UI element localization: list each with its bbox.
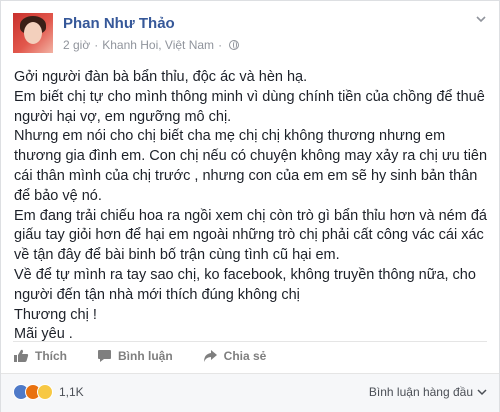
meta-separator-2: · bbox=[218, 38, 223, 52]
chevron-down-icon[interactable] bbox=[475, 13, 487, 25]
post-body: Gởi người đàn bà bẩn thỉu, độc ác và hèn… bbox=[14, 68, 489, 345]
post-actions: Thích Bình luận Chia sẻ bbox=[13, 349, 266, 363]
post-line: Em biết chị tự cho mình thông minh vì dù… bbox=[14, 88, 485, 125]
author-name[interactable]: Phan Như Thảo bbox=[63, 15, 175, 32]
post-meta: 2 giờ · Khanh Hoi, Việt Nam · bbox=[63, 38, 240, 52]
post-line: Em đang trải chiếu hoa ra ngồi xem chị c… bbox=[14, 207, 487, 264]
sad-reaction-icon bbox=[37, 384, 53, 400]
speech-bubble-icon bbox=[98, 350, 111, 362]
comment-button[interactable]: Bình luận bbox=[97, 349, 173, 363]
share-label: Chia sẻ bbox=[223, 349, 267, 363]
thumbs-up-icon bbox=[14, 349, 29, 362]
actions-divider bbox=[13, 341, 487, 342]
comment-sort-dropdown[interactable]: Bình luận hàng đầu bbox=[369, 385, 487, 399]
post-line: Gởi người đàn bà bẩn thỉu, độc ác và hèn… bbox=[14, 69, 308, 85]
like-label: Thích bbox=[35, 349, 67, 363]
post-card: Phan Như Thảo 2 giờ · Khanh Hoi, Việt Na… bbox=[0, 0, 500, 412]
post-time[interactable]: 2 giờ bbox=[63, 38, 90, 52]
comment-label: Bình luận bbox=[118, 349, 173, 363]
chevron-down-icon bbox=[477, 389, 487, 396]
reaction-count: 1,1K bbox=[59, 385, 84, 399]
globe-icon[interactable] bbox=[229, 40, 240, 50]
post-line: Nhưng em nói cho chị biết cha mẹ chị chị… bbox=[14, 128, 488, 204]
post-footer: 1,1K Bình luận hàng đầu bbox=[1, 373, 499, 412]
like-button[interactable]: Thích bbox=[13, 349, 67, 363]
sort-label: Bình luận hàng đầu bbox=[368, 385, 473, 399]
post-line: Về để tự mình ra tay sao chị, ko faceboo… bbox=[14, 266, 476, 303]
reactions-summary[interactable]: 1,1K bbox=[13, 384, 84, 400]
post-location[interactable]: Khanh Hoi, Việt Nam bbox=[102, 38, 214, 52]
meta-separator: · bbox=[94, 38, 99, 52]
author-avatar[interactable] bbox=[13, 13, 53, 53]
avatar-face bbox=[24, 22, 42, 44]
post-line: Thương chị ! bbox=[14, 306, 97, 323]
share-arrow-icon bbox=[203, 350, 217, 362]
share-button[interactable]: Chia sẻ bbox=[203, 349, 267, 363]
post-line: Mãi yêu . bbox=[14, 326, 73, 343]
